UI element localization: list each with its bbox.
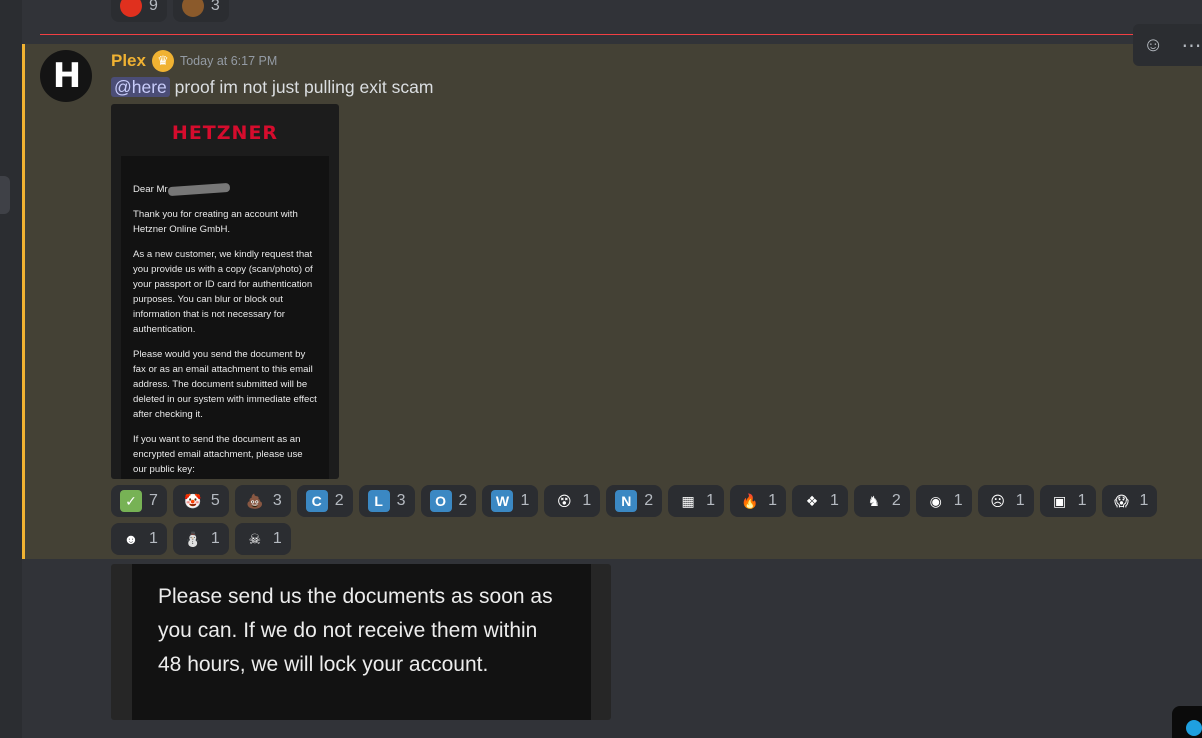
reaction-button[interactable]: ✓ 7 bbox=[111, 485, 167, 517]
reaction-button[interactable]: 💩 3 bbox=[234, 485, 291, 517]
reaction-count: 7 bbox=[149, 492, 158, 509]
crown-role-icon[interactable]: ♛ bbox=[151, 50, 174, 72]
edge-icon bbox=[1186, 720, 1202, 736]
reaction-button[interactable]: 😵 1 bbox=[544, 485, 601, 517]
reaction-button[interactable]: 3 bbox=[172, 0, 229, 22]
email-paragraph: Thank you for creating an account with H… bbox=[133, 209, 298, 235]
reaction-count: 3 bbox=[210, 0, 220, 14]
server-sidebar-edge bbox=[0, 0, 22, 738]
avatar-logo-icon: H bbox=[52, 56, 82, 96]
photo-custom-icon: ▣ bbox=[1052, 492, 1067, 509]
reaction-button[interactable]: ❖ 1 bbox=[791, 485, 848, 517]
reaction-button[interactable]: 😱 1 bbox=[1101, 485, 1158, 517]
reaction-count: 1 bbox=[210, 530, 220, 547]
figure-custom-icon: ♞ bbox=[867, 492, 881, 509]
reaction-count: 1 bbox=[1077, 492, 1087, 509]
redaction-mark bbox=[167, 182, 230, 197]
reaction-button[interactable]: C2 bbox=[296, 485, 353, 517]
reaction-button[interactable]: 🤡 5 bbox=[172, 485, 229, 517]
reaction-count: 1 bbox=[1139, 492, 1149, 509]
reaction-button[interactable]: W1 bbox=[482, 485, 539, 517]
email-body: Dear Mr Thank you for creating an accoun… bbox=[121, 156, 329, 479]
reaction-count: 1 bbox=[829, 492, 839, 509]
reaction-count: 3 bbox=[396, 492, 406, 509]
amogus-custom-icon: ◉ bbox=[929, 492, 942, 509]
reaction-count: 1 bbox=[768, 492, 777, 509]
reaction-button[interactable]: ⛄ 1 bbox=[172, 523, 229, 555]
reaction-count: 2 bbox=[644, 492, 654, 509]
head-custom-icon: ☻ bbox=[123, 531, 139, 547]
regional-n-icon: N bbox=[615, 490, 638, 512]
add-reaction-icon[interactable]: ☺ bbox=[1143, 34, 1163, 57]
reaction-button[interactable]: O2 bbox=[420, 485, 477, 517]
reaction-count: 3 bbox=[272, 492, 282, 509]
mention-highlight-bar bbox=[22, 44, 25, 559]
reaction-count: 1 bbox=[149, 530, 158, 547]
fire-custom-icon: 🔥 bbox=[741, 492, 759, 509]
custom-brown-icon: ▦ bbox=[681, 492, 695, 509]
diamond-custom-icon: ❖ bbox=[805, 492, 819, 509]
regional-c-icon: C bbox=[305, 490, 328, 512]
ghost-custom-icon: ⛄ bbox=[184, 530, 202, 547]
avatar[interactable]: H bbox=[40, 50, 92, 102]
reaction-button[interactable]: ☹ 1 bbox=[977, 485, 1034, 517]
message-header: Plex ♛ Today at 6:17 PM bbox=[111, 50, 277, 72]
email-paragraph: If you want to send the document as an e… bbox=[133, 434, 303, 475]
reaction-button[interactable]: ◉ 1 bbox=[915, 485, 972, 517]
reaction-count: 1 bbox=[582, 492, 592, 509]
reaction-count: 2 bbox=[458, 492, 468, 509]
red-face-icon bbox=[120, 0, 142, 17]
sidebar-scroll-nub[interactable] bbox=[0, 176, 10, 214]
here-mention[interactable]: @here bbox=[111, 77, 170, 97]
message-text: proof im not just pulling exit scam bbox=[174, 77, 434, 97]
reaction-count: 1 bbox=[272, 530, 282, 547]
regional-w-icon: W bbox=[491, 490, 514, 512]
message-timestamp[interactable]: Today at 6:17 PM bbox=[180, 54, 277, 68]
username[interactable]: Plex bbox=[111, 51, 146, 71]
scream-icon: 😱 bbox=[1114, 492, 1129, 509]
reaction-button[interactable]: ♞ 2 bbox=[853, 485, 910, 517]
reaction-count: 1 bbox=[1015, 492, 1025, 509]
reaction-count: 1 bbox=[520, 492, 530, 509]
hetzner-logo: HETZNER bbox=[171, 122, 279, 144]
reaction-count: 9 bbox=[149, 0, 158, 14]
reaction-button[interactable]: ▦ 1 bbox=[668, 485, 725, 517]
message-reactions: ✓ 7 🤡 5 💩 3 C 2 L 3 O 2 W 1 😵 1 N 2 ▦ 1 🔥 1 ❖ 1 ♞ 2 ◉ 1 ☹ 1 ▣ 1 😱 1 ☻ 1 ⛄ 1 ☠ 1 bbox=[111, 485, 1171, 555]
reaction-button[interactable]: ☠ 1 bbox=[234, 523, 291, 555]
notice-text: Please send us the documents as soon as … bbox=[158, 585, 553, 676]
email-paragraph: As a new customer, we kindly request tha… bbox=[133, 249, 313, 335]
reaction-button[interactable]: L3 bbox=[358, 485, 415, 517]
regional-l-icon: L bbox=[367, 490, 390, 512]
reaction-count: 2 bbox=[334, 492, 344, 509]
face-custom-icon: ☹ bbox=[990, 492, 1005, 509]
reaction-button[interactable]: ▣ 1 bbox=[1039, 485, 1096, 517]
previous-message-reactions: 93 bbox=[111, 0, 229, 22]
poop-icon bbox=[181, 0, 204, 17]
new-messages-divider bbox=[40, 34, 1162, 35]
reaction-count: 2 bbox=[891, 492, 901, 509]
reaction-count: 1 bbox=[953, 492, 963, 509]
skull-custom-icon: ☠ bbox=[248, 530, 262, 547]
notice-body: Please send us the documents as soon as … bbox=[132, 564, 591, 720]
clown-icon: 🤡 bbox=[184, 492, 202, 509]
email-greeting: Dear Mr bbox=[133, 182, 319, 197]
reaction-button[interactable]: ☻ 1 bbox=[111, 523, 167, 555]
browser-taskbar-icon[interactable] bbox=[1172, 706, 1202, 738]
reaction-button[interactable]: N2 bbox=[606, 485, 663, 517]
email-screenshot-attachment[interactable]: HETZNER Dear Mr Thank you for creating a… bbox=[111, 104, 339, 479]
more-options-icon[interactable]: ⋯ bbox=[1181, 33, 1201, 58]
reaction-button[interactable]: 9 bbox=[111, 0, 167, 22]
reaction-count: 1 bbox=[706, 492, 716, 509]
reaction-button[interactable]: 🔥 1 bbox=[730, 485, 786, 517]
message-hover-toolbar: ☺ ⋯ bbox=[1133, 24, 1202, 66]
yellow-face-icon: 😵 bbox=[557, 492, 572, 509]
regional-o-icon: O bbox=[429, 490, 452, 512]
poop-icon: 💩 bbox=[246, 492, 264, 509]
email-paragraph: Please would you send the document by fa… bbox=[133, 349, 317, 420]
message-content: @here proof im not just pulling exit sca… bbox=[111, 77, 433, 98]
reaction-count: 5 bbox=[210, 492, 220, 509]
white-check-mark-icon: ✓ bbox=[120, 490, 142, 512]
notice-screenshot-attachment[interactable]: Please send us the documents as soon as … bbox=[111, 564, 611, 720]
